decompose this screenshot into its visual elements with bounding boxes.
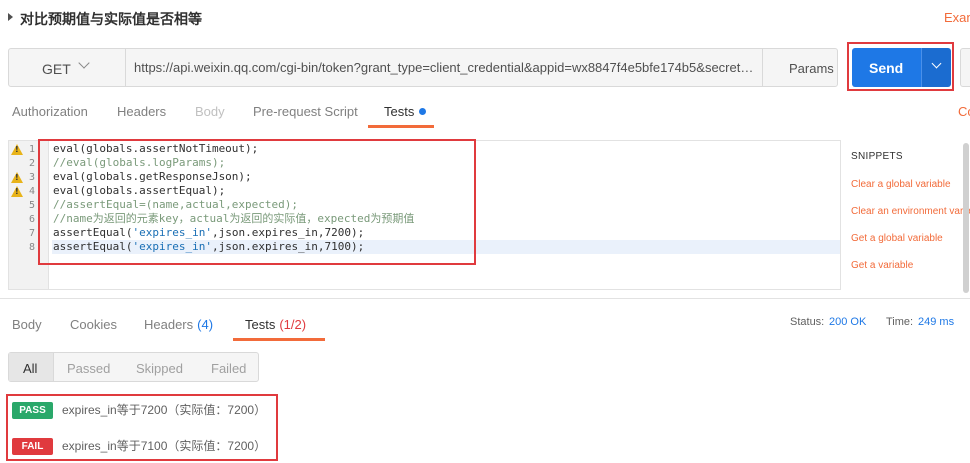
tab-body[interactable]: Body (195, 104, 225, 119)
filter-failed[interactable]: Failed (211, 361, 246, 376)
request-tabs: Authorization Headers Body Pre-request S… (0, 96, 970, 128)
snippet-link[interactable]: Get a variable (851, 260, 913, 271)
response-tabs: Body Cookies Headers (4) Tests (1/2) Statu… (0, 310, 970, 342)
response-tab-tests-label: Tests (245, 317, 276, 332)
snippet-link[interactable]: Clear a global variable (851, 179, 951, 190)
request-name[interactable]: 对比预期值与实际值是否相等 (20, 9, 202, 29)
code-highlight-box (38, 139, 476, 265)
send-highlight-box (847, 42, 954, 91)
line-number: 3 (28, 172, 35, 183)
response-tab-headers[interactable]: Headers (4) (144, 317, 213, 332)
line-number: 5 (28, 200, 35, 211)
snippets-scrollbar[interactable] (963, 143, 969, 293)
filter-all[interactable]: All (23, 361, 37, 376)
response-tab-cookies[interactable]: Cookies (70, 317, 117, 332)
params-button[interactable]: Params (762, 49, 838, 86)
filter-passed[interactable]: Passed (67, 361, 110, 376)
test-filter-group: All Passed Skipped Failed (8, 352, 259, 382)
filter-skipped[interactable]: Skipped (136, 361, 183, 376)
url-bar: GET https://api.weixin.qq.com/cgi-bin/to… (8, 48, 838, 87)
method-label: GET (42, 61, 71, 77)
method-select[interactable]: GET (9, 49, 126, 86)
line-number: 6 (28, 214, 35, 225)
tab-authorization[interactable]: Authorization (12, 104, 88, 119)
tab-prerequest-script[interactable]: Pre-request Script (253, 104, 358, 119)
tab-headers[interactable]: Headers (117, 104, 166, 119)
active-response-tab-underline (233, 338, 325, 341)
line-number: 8 (28, 242, 35, 253)
response-tab-tests[interactable]: Tests (1/2) (245, 317, 306, 332)
status-value: 200 OK (829, 316, 867, 328)
snippet-link[interactable]: Clear an environment varia (851, 206, 970, 217)
tests-count: (1/2) (279, 317, 307, 332)
snippet-link[interactable]: Get a global variable (851, 233, 943, 244)
url-input[interactable]: https://api.weixin.qq.com/cgi-bin/token?… (134, 60, 754, 75)
pane-divider[interactable] (0, 298, 970, 299)
cookies-link[interactable]: Co (958, 104, 970, 119)
chevron-down-icon (78, 57, 90, 69)
status-label: Status: (790, 316, 825, 328)
examples-link[interactable]: Exan (944, 10, 970, 25)
active-tab-underline (368, 125, 434, 128)
line-number: 2 (28, 158, 35, 169)
response-tab-headers-label: Headers (144, 317, 194, 332)
response-tab-body[interactable]: Body (12, 317, 42, 332)
line-number: 7 (28, 228, 35, 239)
modified-dot-icon (419, 108, 427, 115)
tab-tests-label: Tests (384, 104, 415, 119)
params-label: Params (789, 61, 834, 76)
time-value: 249 ms (918, 316, 955, 328)
line-number: 4 (28, 186, 35, 197)
snippets-title: SNIPPETS (851, 151, 903, 162)
time-label: Time: (886, 316, 914, 328)
save-button[interactable] (960, 48, 970, 87)
line-number: 1 (28, 144, 35, 155)
results-highlight-box (6, 394, 278, 461)
headers-count: (4) (197, 317, 214, 332)
collapse-caret-icon[interactable] (8, 13, 13, 21)
request-name-row: 对比预期值与实际值是否相等 Exan (0, 0, 970, 36)
tab-tests[interactable]: Tests (384, 104, 427, 119)
